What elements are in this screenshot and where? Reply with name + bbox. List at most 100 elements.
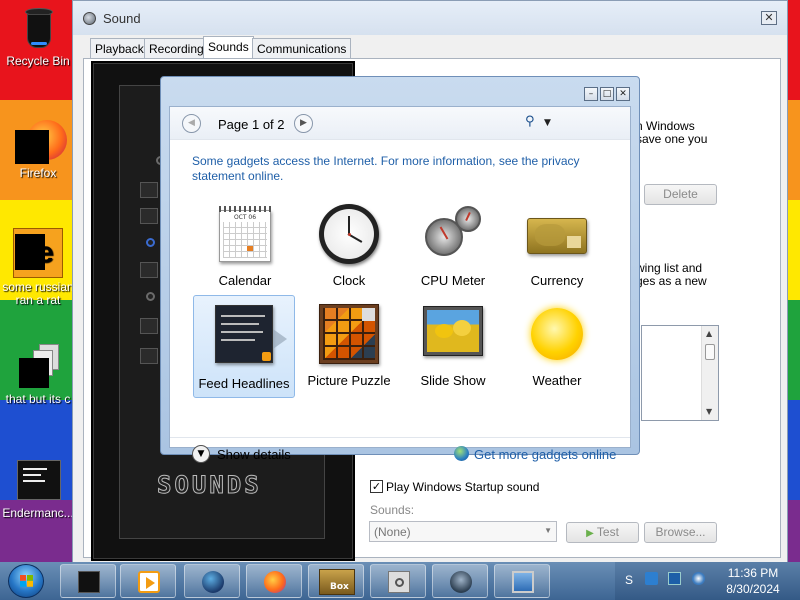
slide-show-icon <box>423 304 483 364</box>
list-scrollbar[interactable]: ▲ ▼ <box>701 326 718 420</box>
tab-recording[interactable]: Recording <box>144 38 209 58</box>
sound-events-list[interactable]: ▲ ▼ <box>641 325 719 421</box>
next-page-button[interactable]: ▶ <box>294 114 313 133</box>
clock-time[interactable]: 11:36 PM <box>718 566 788 580</box>
desktop-icon-label: Endermanc... <box>2 506 74 520</box>
tray-letter: S <box>625 573 634 587</box>
taskbar-display-button[interactable] <box>494 564 550 598</box>
taskbar-device-button[interactable] <box>60 564 116 598</box>
gadget-name: CPU Meter <box>420 273 486 288</box>
files-icon <box>15 344 61 390</box>
desktop-icon-terminal[interactable]: Endermanc... <box>0 458 76 520</box>
cpu-meter-icon <box>423 204 483 264</box>
gadget-name: Picture Puzzle <box>307 373 391 388</box>
picture-puzzle-icon <box>319 304 379 364</box>
device-icon <box>78 571 100 593</box>
browse-button[interactable]: Browse... <box>644 522 717 543</box>
page-indicator: Page 1 of 2 <box>218 117 285 132</box>
minimize-icon[interactable]: – <box>584 87 598 101</box>
tab-communications[interactable]: Communications <box>252 38 352 58</box>
clock-icon <box>319 204 379 264</box>
volume-icon[interactable] <box>692 572 705 585</box>
skin-knob <box>146 292 155 301</box>
close-icon[interactable]: ✕ <box>616 87 630 101</box>
clock-date[interactable]: 8/30/2024 <box>718 582 788 596</box>
scroll-up-icon[interactable]: ▲ <box>706 329 712 338</box>
game-box-label: Box <box>330 582 349 592</box>
recycle-bin-icon <box>15 6 61 52</box>
gadget-picture-puzzle[interactable]: Picture Puzzle <box>298 296 400 399</box>
gadget-slide-show[interactable]: Slide Show <box>402 296 504 399</box>
skin-slot <box>140 262 158 278</box>
taskbar-firefox-button[interactable] <box>246 564 302 598</box>
show-details-label[interactable]: Show details <box>217 447 291 462</box>
skin-knob <box>146 238 155 247</box>
skin-slot <box>140 318 158 334</box>
previous-page-button[interactable]: ◀ <box>182 114 201 133</box>
description-text-fragment: ges as a new <box>636 274 707 288</box>
desktop-icon-label: some russian ran a rat <box>2 280 74 307</box>
startup-sound-checkbox[interactable]: ✓ <box>370 480 383 493</box>
calendar-month: OCT 06 <box>233 214 257 221</box>
sounds-label: Sounds: <box>370 503 415 517</box>
globe-icon <box>454 446 469 461</box>
sound-window-titlebar[interactable]: Sound ✕ <box>73 1 787 35</box>
taskbar-game-box-button[interactable]: Box <box>308 564 364 598</box>
display-icon <box>512 571 534 593</box>
desktop-icon-document[interactable]: e some russian ran a rat <box>0 228 76 307</box>
delete-button[interactable]: Delete <box>644 184 717 205</box>
gadget-weather[interactable]: Weather <box>506 296 608 399</box>
close-icon[interactable]: ✕ <box>761 11 777 25</box>
weather-icon <box>527 304 587 364</box>
taskbar-media-player-button[interactable] <box>120 564 176 598</box>
gadget-clock[interactable]: Clock <box>298 196 400 299</box>
play-icon: ▶ <box>586 528 594 539</box>
search-icon[interactable]: ⚲ <box>525 114 535 129</box>
start-button[interactable] <box>8 564 44 598</box>
tab-sounds[interactable]: Sounds <box>203 36 254 59</box>
gallery-nav-bar: ◀ Page 1 of 2 ▶ ⚲ ▼ <box>170 107 630 140</box>
test-button-label: Test <box>596 525 619 539</box>
taskbar-gadgets-button[interactable] <box>432 564 488 598</box>
chevron-down-icon: ▼ <box>544 526 552 535</box>
gadget-calendar[interactable]: OCT 06 Calendar <box>194 196 296 299</box>
gadget-feed-headlines[interactable]: Feed Headlines <box>193 295 295 398</box>
more-gadgets-link[interactable]: Get more gadgets online <box>474 447 616 462</box>
tab-playback[interactable]: Playback <box>90 38 149 58</box>
desktop-icon-recycle-bin[interactable]: Recycle Bin <box>0 6 76 68</box>
desktop-icon-label: Recycle Bin <box>6 54 70 68</box>
taskbar-globe-app-button[interactable] <box>184 564 240 598</box>
sounds-select[interactable]: (None) ▼ <box>369 521 557 542</box>
gadget-gallery-window: – □ ✕ ◀ Page 1 of 2 ▶ ⚲ ▼ Some gadgets a… <box>160 76 640 463</box>
terminal-icon <box>15 458 61 504</box>
scroll-thumb[interactable] <box>705 344 715 360</box>
windows-logo-icon <box>20 575 33 587</box>
gadget-gallery-content: ◀ Page 1 of 2 ▶ ⚲ ▼ Some gadgets access … <box>169 106 631 463</box>
document-icon: e <box>13 228 63 278</box>
desktop-icon-label: that but its c <box>5 392 71 406</box>
gadget-name: Clock <box>332 273 366 288</box>
desktop-icon-files[interactable]: that but its c <box>0 344 76 406</box>
sounds-select-value: (None) <box>374 525 411 539</box>
game-box-icon: Box <box>319 569 355 595</box>
gadget-currency[interactable]: Currency <box>506 196 608 299</box>
internet-privacy-notice[interactable]: Some gadgets access the Internet. For mo… <box>192 154 612 184</box>
gadget-name: Weather <box>532 373 582 388</box>
network-icon[interactable] <box>668 572 681 585</box>
calendar-icon: OCT 06 <box>215 204 275 264</box>
maximize-icon[interactable]: □ <box>600 87 614 101</box>
scroll-down-icon[interactable]: ▼ <box>706 407 712 416</box>
test-button[interactable]: ▶ Test <box>566 522 639 543</box>
gadgets-icon <box>450 571 472 593</box>
taskbar-sound-settings-button[interactable] <box>370 564 426 598</box>
security-icon[interactable] <box>645 572 658 585</box>
chevron-down-icon[interactable]: ▼ <box>544 118 551 128</box>
description-text-fragment: save one you <box>636 132 708 146</box>
skin-slot <box>140 348 158 364</box>
skin-slot <box>140 182 158 198</box>
gadget-cpu-meter[interactable]: CPU Meter <box>402 196 504 299</box>
desktop-icon-label: Firefox <box>19 166 57 180</box>
chevron-down-icon[interactable]: ▼ <box>192 445 210 463</box>
feed-headlines-icon <box>215 305 287 365</box>
desktop-icon-firefox[interactable]: Firefox <box>0 118 76 180</box>
